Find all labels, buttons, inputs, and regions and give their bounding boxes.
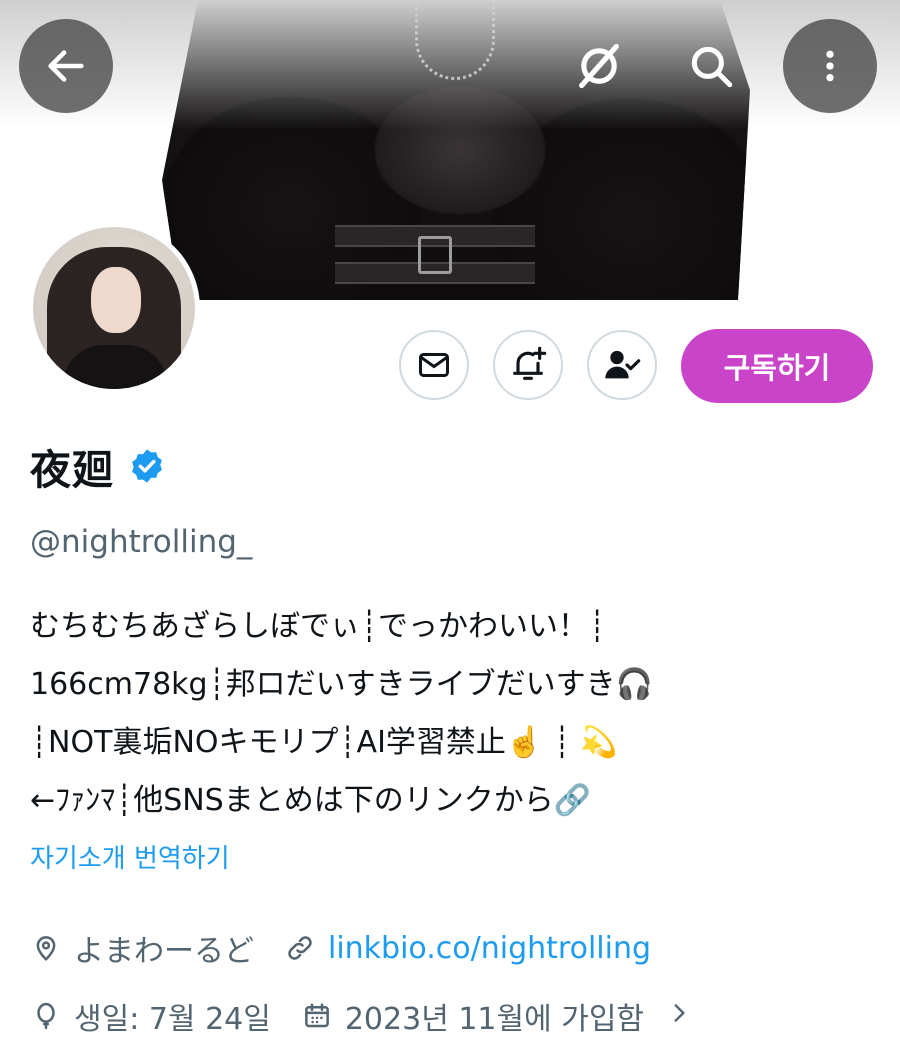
bio-line: ←ﾌｧﾝﾏ┊他SNSまとめは下のリンクから🔗 [30,783,592,818]
grok-icon [579,43,619,89]
back-button[interactable] [19,19,113,113]
banner-top-fade [0,0,900,130]
link-icon [284,932,316,964]
bio-line: 166cm78kg┊邦ロだいすきライブだいすき🎧 [30,667,653,702]
envelope-icon [419,353,449,377]
search-button[interactable] [681,36,741,96]
calendar-icon [301,1000,333,1032]
subscribe-button[interactable]: 구독하기 [681,329,873,403]
balloon-icon [30,1000,62,1032]
following-button[interactable] [587,330,657,400]
avatar-face [91,267,141,333]
profile-name-row: 夜廻 [30,440,166,494]
person-check-icon [605,350,641,379]
grok-button[interactable] [569,36,629,96]
chevron-right-icon[interactable] [666,999,692,1034]
profile-bio: むちむちあざらしぼでぃ┊でっかわいい！┊ 166cm78kg┊邦ロだいすきライブ… [30,598,880,830]
location-text: よまわーるど [74,934,254,969]
translate-bio-link[interactable]: 자기소개 번역하기 [30,838,230,875]
location-pin-icon [30,932,62,964]
arrow-left-icon [48,50,84,82]
message-button[interactable] [399,330,469,400]
user-handle: @nightrolling_ [30,524,253,560]
bio-line: むちむちあざらしぼでぃ┊でっかわいい！┊ [30,609,607,644]
birthday-text: 생일: 7월 24일 [74,1002,271,1037]
display-name: 夜廻 [30,446,114,494]
notify-button[interactable] [493,330,563,400]
more-vertical-icon [826,50,834,82]
profile-meta-row-1: よまわーるど linkbio.co/nightrolling [30,926,651,970]
joined-date-text: 2023년 11월에 가입함 [344,1002,645,1037]
banner-buckle-detail [418,236,452,274]
bell-plus-icon [513,346,547,380]
verified-badge-icon[interactable] [128,447,166,485]
bio-line: ┊NOT裏垢NOキモリプ┊AI学習禁止☝️ ┊ 💫 [30,725,618,760]
website-link[interactable]: linkbio.co/nightrolling [328,931,651,966]
profile-avatar[interactable] [28,222,200,394]
more-button[interactable] [783,19,877,113]
avatar-photo [33,227,195,389]
profile-meta-row-2: 생일: 7월 24일 2023년 11월에 가입함 [30,994,692,1038]
search-icon [691,46,733,88]
